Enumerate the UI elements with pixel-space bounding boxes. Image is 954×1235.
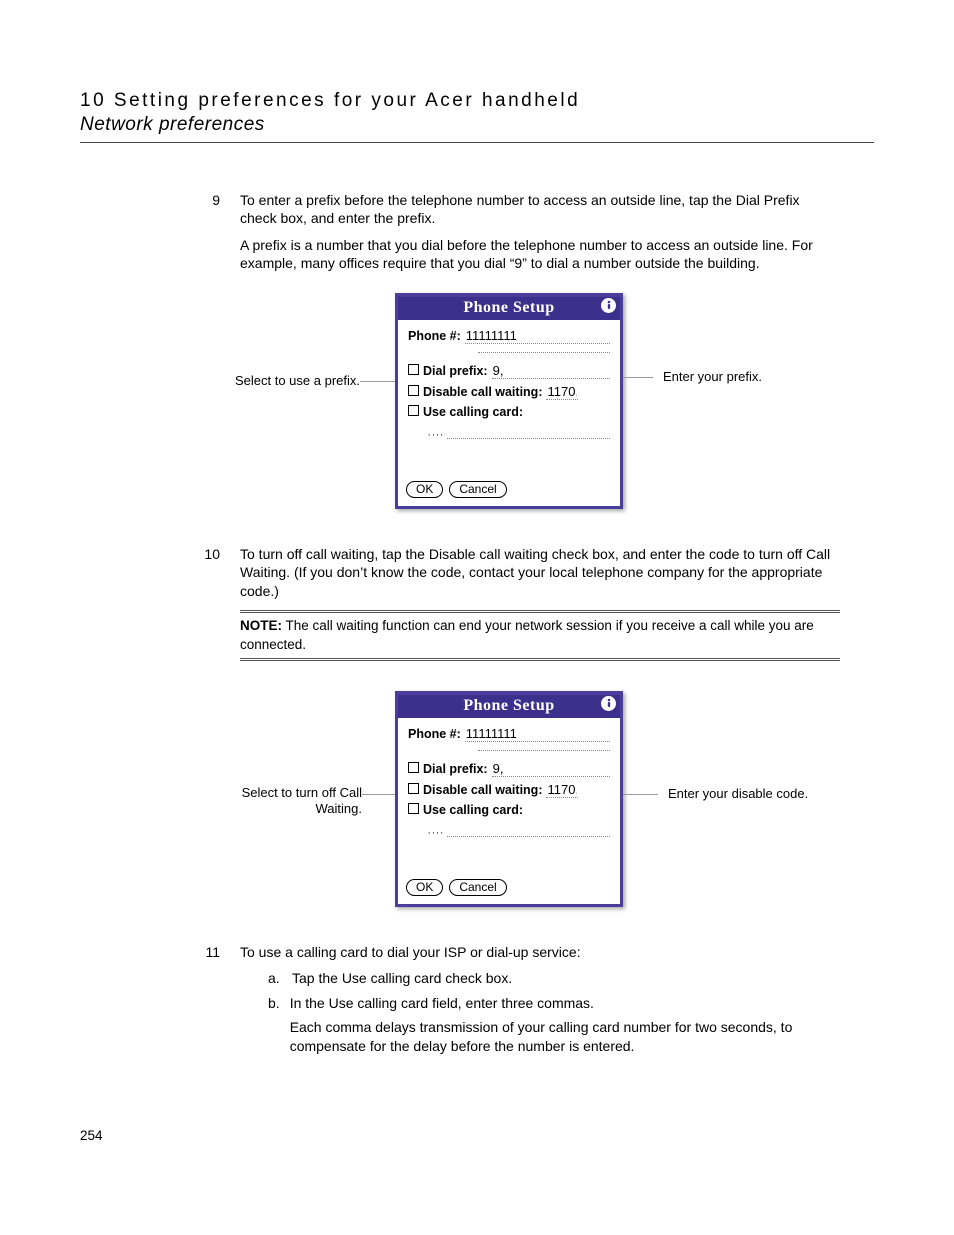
page-header: 10 Setting preferences for your Acer han… [80, 90, 874, 136]
field-continuation-line [478, 750, 610, 751]
step-9: 9 To enter a prefix before the telephone… [200, 191, 840, 281]
substep-b: b. In the Use calling card field, enter … [268, 994, 840, 1055]
info-icon[interactable] [601, 696, 616, 711]
disable-call-waiting-label: Disable call waiting: [423, 782, 542, 799]
callout-connector-left [362, 794, 395, 795]
callout-select-prefix: Select to use a prefix. [190, 373, 370, 389]
dialog-title: Phone Setup [463, 299, 554, 316]
step-number: 11 [200, 943, 220, 1061]
disable-call-waiting-label: Disable call waiting: [423, 384, 542, 401]
step-11: 11 To use a calling card to dial your IS… [200, 943, 840, 1061]
dial-prefix-label: Dial prefix: [423, 761, 488, 778]
figure-phone-setup-cw: Select to turn off Call Waiting. Phone S… [200, 691, 840, 921]
substep-a: a. Tap the Use calling card check box. [268, 969, 840, 987]
dial-prefix-checkbox[interactable] [408, 762, 419, 773]
dial-prefix-field[interactable] [492, 761, 610, 777]
section-title: Network preferences [80, 114, 874, 136]
page-number: 254 [80, 1128, 103, 1143]
figure-phone-setup-prefix: Select to use a prefix. Phone Setup Phon… [200, 293, 840, 523]
use-calling-card-label: Use calling card: [423, 404, 523, 421]
calling-card-field-row: ,,,, [428, 823, 610, 837]
ok-button[interactable]: OK [406, 879, 443, 896]
phone-setup-dialog: Phone Setup Phone #: Dial prefix: [395, 691, 623, 908]
step-9-text-2: A prefix is a number that you dial befor… [240, 236, 840, 273]
substep-b-text: In the Use calling card field, enter thr… [290, 994, 840, 1012]
callout-connector-right [623, 794, 658, 795]
note-text: The call waiting function can end your n… [240, 618, 814, 651]
phone-setup-dialog: Phone Setup Phone #: Dial prefix: [395, 293, 623, 510]
dialog-title-bar: Phone Setup [398, 297, 620, 320]
cancel-button[interactable]: Cancel [449, 879, 506, 896]
use-calling-card-checkbox[interactable] [408, 803, 419, 814]
substep-a-text: Tap the Use calling card check box. [292, 969, 512, 987]
step-10-text: To turn off call waiting, tap the Disabl… [240, 545, 840, 600]
info-icon[interactable] [601, 298, 616, 313]
dial-prefix-checkbox[interactable] [408, 364, 419, 375]
dialog-title: Phone Setup [463, 697, 554, 714]
step-10: 10 To turn off call waiting, tap the Dis… [200, 545, 840, 679]
phone-number-field[interactable] [465, 328, 610, 344]
disable-call-waiting-field[interactable] [546, 782, 578, 798]
phone-number-label: Phone #: [408, 726, 461, 743]
disable-call-waiting-checkbox[interactable] [408, 783, 419, 794]
disable-call-waiting-checkbox[interactable] [408, 385, 419, 396]
note-box: NOTE: The call waiting function can end … [240, 610, 840, 660]
note-label: NOTE: [240, 618, 282, 633]
step-9-text-1: To enter a prefix before the telephone n… [240, 191, 840, 228]
dial-prefix-field[interactable] [492, 363, 610, 379]
callout-enter-disable-code: Enter your disable code. [658, 786, 838, 802]
use-calling-card-label: Use calling card: [423, 802, 523, 819]
callout-select-cw: Select to turn off Call Waiting. [222, 785, 372, 818]
header-rule [80, 142, 874, 143]
calling-card-field-value[interactable]: ,,,, [428, 826, 445, 837]
chapter-title: 10 Setting preferences for your Acer han… [80, 90, 874, 112]
callout-connector-left [360, 381, 395, 382]
calling-card-field-row: ,,,, [428, 425, 610, 439]
use-calling-card-checkbox[interactable] [408, 405, 419, 416]
field-continuation-line [478, 352, 610, 353]
ok-button[interactable]: OK [406, 481, 443, 498]
callout-connector-right [623, 377, 653, 378]
callout-enter-prefix: Enter your prefix. [653, 369, 813, 385]
step-11-text: To use a calling card to dial your ISP o… [240, 943, 840, 961]
step-number: 9 [200, 191, 220, 281]
disable-call-waiting-field[interactable] [546, 384, 578, 400]
phone-number-label: Phone #: [408, 328, 461, 345]
calling-card-field-value[interactable]: ,,,, [428, 428, 445, 439]
substep-b-explain: Each comma delays transmission of your c… [290, 1018, 840, 1055]
dial-prefix-label: Dial prefix: [423, 363, 488, 380]
dialog-title-bar: Phone Setup [398, 695, 620, 718]
step-number: 10 [200, 545, 220, 679]
substep-letter: a. [268, 969, 282, 987]
cancel-button[interactable]: Cancel [449, 481, 506, 498]
substep-letter: b. [268, 994, 280, 1055]
phone-number-field[interactable] [465, 726, 610, 742]
